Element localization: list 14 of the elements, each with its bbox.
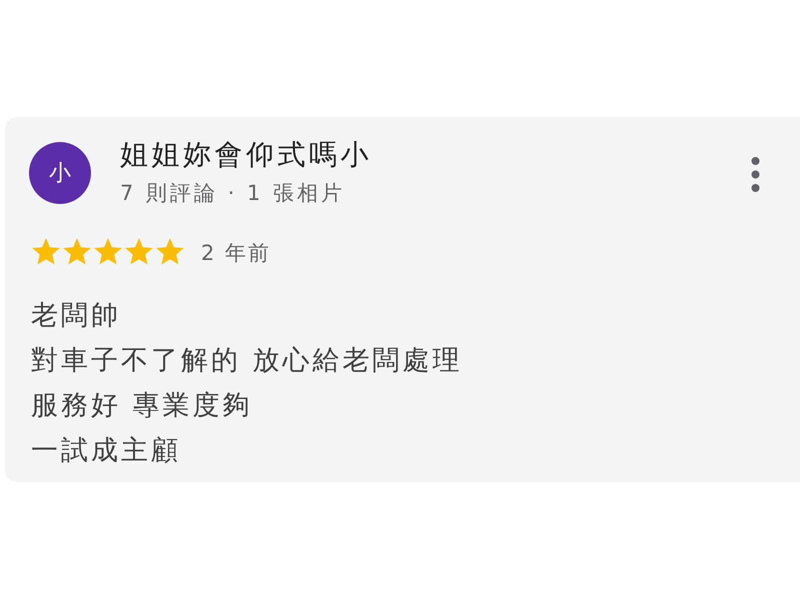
more-options-icon[interactable]	[751, 157, 760, 192]
star-icon	[31, 238, 61, 267]
star-icon	[155, 238, 185, 267]
star-icon	[124, 238, 154, 267]
reviewer-name[interactable]: 姐姐妳會仰式嗎小	[120, 136, 372, 174]
review-text-line: 對車子不了解的 放心給老闆處理	[31, 344, 463, 378]
star-icon	[93, 238, 123, 267]
avatar[interactable]: 小	[29, 142, 91, 204]
star-icon	[62, 238, 92, 267]
reviewer-stats: 7 則評論 · 1 張相片	[120, 180, 346, 207]
review-text-line: 服務好 專業度夠	[31, 389, 253, 423]
review-text-line: 老闆帥	[31, 299, 121, 333]
review-text-line: 一試成主顧	[31, 434, 181, 468]
review-date: 2 年前	[201, 240, 272, 266]
